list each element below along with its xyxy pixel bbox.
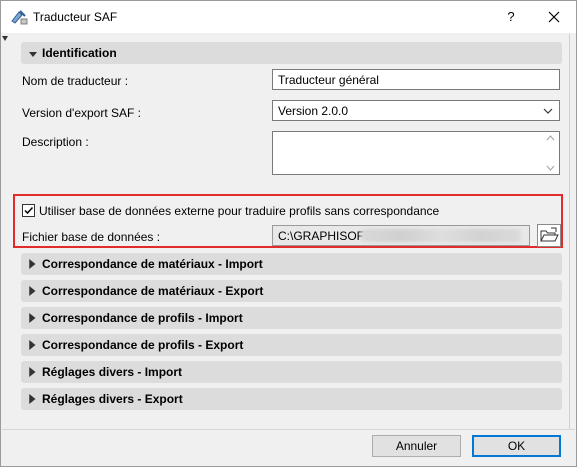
caret-right-icon xyxy=(29,394,36,404)
section-identification[interactable]: Identification xyxy=(21,42,562,64)
ok-button[interactable]: OK xyxy=(472,435,561,457)
caret-down-icon xyxy=(29,52,37,57)
section-label: Réglages divers - Import xyxy=(42,365,183,379)
close-icon xyxy=(548,11,559,23)
export-version-value: Version 2.0.0 xyxy=(278,104,349,118)
section-misc-import[interactable]: Réglages divers - Import xyxy=(21,361,562,383)
checkmark-icon xyxy=(24,206,34,215)
section-label: Réglages divers - Export xyxy=(42,392,183,406)
translator-app-icon xyxy=(11,10,28,25)
caret-right-icon xyxy=(29,259,36,269)
section-profile-import[interactable]: Correspondance de profils - Import xyxy=(21,307,562,329)
export-version-dropdown[interactable]: Version 2.0.0 xyxy=(272,100,560,121)
external-db-checkbox[interactable] xyxy=(22,204,35,217)
section-material-import[interactable]: Correspondance de matériaux - Import xyxy=(21,253,562,275)
caret-right-icon xyxy=(29,313,36,323)
translator-name-value: Traducteur général xyxy=(278,73,379,87)
panel-scrollbar[interactable] xyxy=(569,34,570,429)
close-button[interactable] xyxy=(531,1,576,33)
section-label: Correspondance de profils - Import xyxy=(42,311,243,325)
cancel-button[interactable]: Annuler xyxy=(372,435,461,457)
title-bar: Traducteur SAF ? xyxy=(1,1,576,33)
section-misc-export[interactable]: Réglages divers - Export xyxy=(21,388,562,410)
browse-folder-button[interactable] xyxy=(537,224,561,247)
dialog-window: Traducteur SAF ? Identification Nom de t… xyxy=(0,0,577,467)
description-scrollbar[interactable] xyxy=(542,132,559,174)
translator-name-label: Nom de traducteur : xyxy=(22,74,129,88)
section-material-export[interactable]: Correspondance de matériaux - Export xyxy=(21,280,562,302)
caret-right-icon xyxy=(29,367,36,377)
db-file-path-field[interactable]: C:\GRAPHISOFT\ xyxy=(272,225,530,246)
open-folder-icon xyxy=(540,227,559,242)
section-profile-export[interactable]: Correspondance de profils - Export xyxy=(21,334,562,356)
translator-name-field[interactable]: Traducteur général xyxy=(272,69,560,90)
description-label: Description : xyxy=(22,135,89,149)
triangle-marker-icon xyxy=(2,36,8,41)
section-label: Correspondance de matériaux - Import xyxy=(42,257,263,271)
caret-right-icon xyxy=(29,340,36,350)
description-field[interactable] xyxy=(272,131,560,175)
section-label: Identification xyxy=(42,46,117,60)
section-label: Correspondance de profils - Export xyxy=(42,338,244,352)
db-file-label: Fichier base de données : xyxy=(22,230,161,244)
chevron-down-icon xyxy=(543,108,553,114)
external-db-checkbox-label[interactable]: Utiliser base de données externe pour tr… xyxy=(39,204,439,218)
redacted-path xyxy=(361,229,521,242)
caret-right-icon xyxy=(29,286,36,296)
section-label: Correspondance de matériaux - Export xyxy=(42,284,264,298)
export-version-label: Version d'export SAF : xyxy=(22,106,142,120)
help-button[interactable]: ? xyxy=(496,1,526,33)
footer-divider xyxy=(2,429,575,430)
window-title: Traducteur SAF xyxy=(33,10,118,24)
